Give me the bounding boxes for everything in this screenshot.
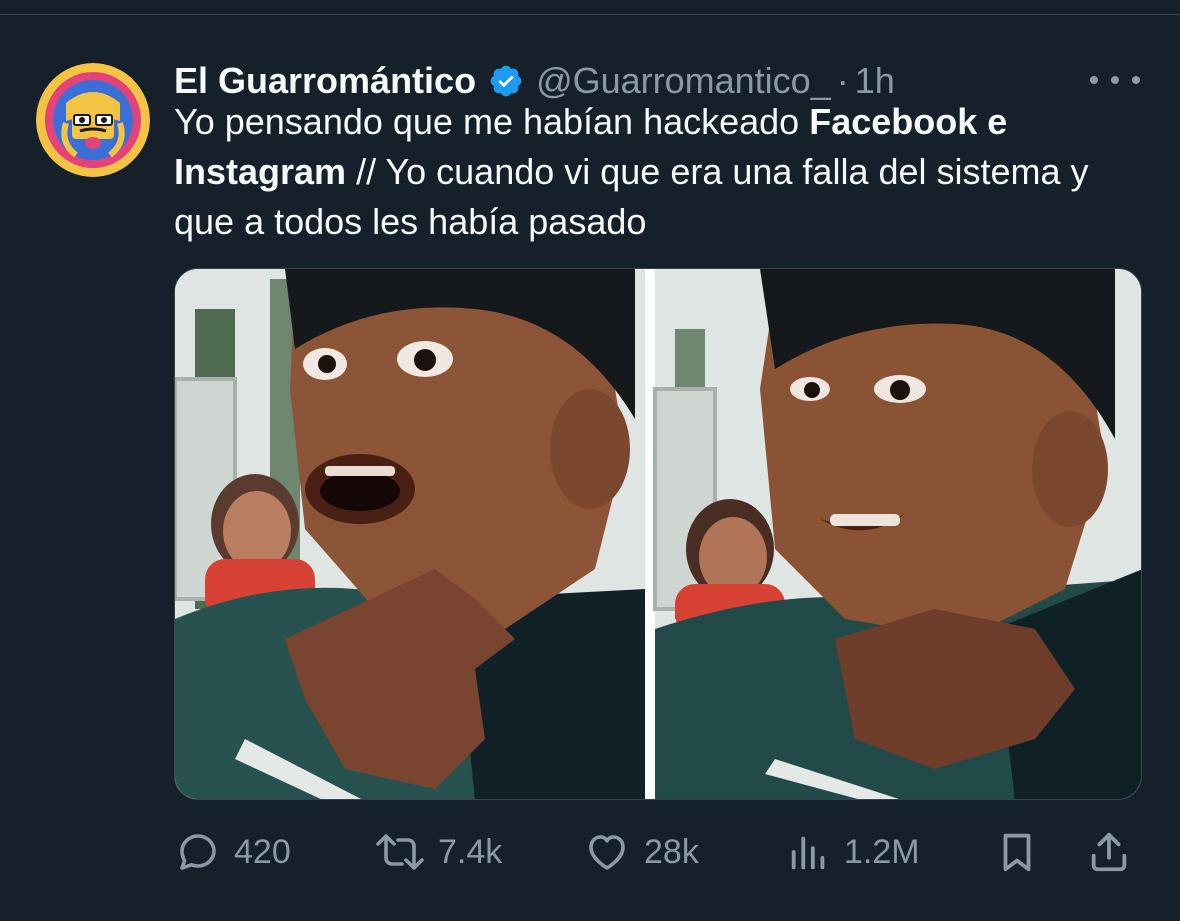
left-panel-photo [175, 269, 645, 799]
verified-badge-icon [488, 63, 524, 99]
more-options-icon[interactable] [1090, 67, 1140, 93]
heart-icon [582, 828, 632, 876]
retweet-button[interactable]: 7.4k [374, 827, 502, 877]
views-count: 1.2M [844, 832, 920, 871]
tweet[interactable]: El Guarromántico @Guarromantico_ · 1h Yo… [0, 15, 1180, 921]
share-button[interactable] [1086, 827, 1132, 877]
like-button[interactable]: 28k [582, 827, 699, 877]
like-count: 28k [644, 832, 699, 871]
action-bar: 420 7.4k 28k 1.2M [174, 827, 1142, 877]
avatar[interactable] [36, 63, 150, 177]
display-name[interactable]: El Guarromántico [174, 60, 476, 102]
retweet-icon [374, 828, 426, 876]
meme-photo[interactable] [174, 268, 1142, 800]
separator-dot: · [836, 60, 849, 101]
reply-icon [174, 828, 222, 876]
retweet-count: 7.4k [438, 832, 503, 871]
right-panel-photo [653, 269, 1141, 799]
reply-count: 420 [234, 832, 291, 871]
tweet-text: Yo pensando que me habían hackeado Faceb… [174, 97, 1134, 247]
handle[interactable]: @Guarromantico_ [536, 60, 831, 102]
share-icon [1086, 828, 1132, 876]
timestamp[interactable]: 1h [855, 60, 895, 102]
tweet-text-part: Yo pensando que me habían hackeado [174, 101, 810, 142]
bookmark-button[interactable] [994, 827, 1040, 877]
bookmark-icon [994, 828, 1040, 876]
views-chart-icon [786, 828, 832, 876]
reply-button[interactable]: 420 [174, 827, 291, 877]
views-button[interactable]: 1.2M [786, 827, 920, 877]
